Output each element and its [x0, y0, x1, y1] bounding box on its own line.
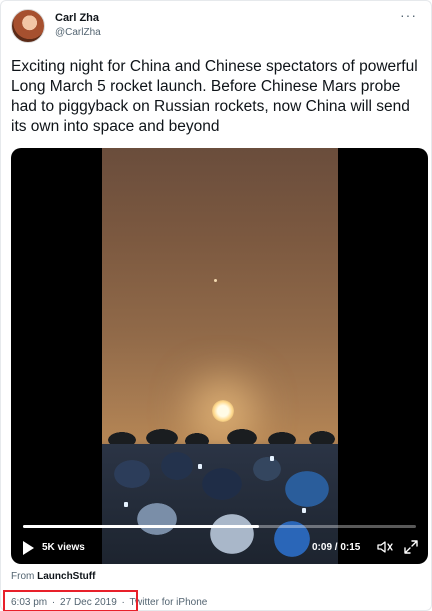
video-frame[interactable] — [102, 148, 338, 564]
author-display-name[interactable]: Carl Zha — [55, 12, 99, 24]
video-views: 5K views — [42, 542, 85, 553]
video-progress-fill — [23, 525, 259, 528]
phone-screen — [198, 464, 202, 469]
video-timestamp: 0:09 / 0:15 — [312, 542, 361, 553]
tweet-client[interactable]: Twitter for iPhone — [130, 597, 208, 608]
source-attribution: From LaunchStuff — [11, 571, 95, 582]
source-link[interactable]: LaunchStuff — [37, 571, 95, 582]
expand-icon[interactable] — [403, 539, 419, 555]
phone-screen — [270, 456, 274, 461]
phone-screen — [124, 502, 128, 507]
play-icon[interactable] — [23, 541, 34, 555]
sky-light — [214, 279, 217, 282]
rocket-glow — [212, 400, 234, 422]
crowd — [102, 444, 338, 564]
video-player[interactable]: 5K views 0:09 / 0:15 — [11, 148, 428, 564]
avatar[interactable] — [11, 9, 45, 43]
tweet-text: Exciting night for China and Chinese spe… — [11, 58, 418, 135]
speaker-icon[interactable] — [376, 539, 394, 555]
video-progress-bar[interactable] — [23, 525, 416, 528]
tweet-card: Carl Zha @CarlZha ··· Exciting night for… — [0, 0, 432, 611]
phone-screen — [302, 508, 306, 513]
highlight-box — [3, 590, 138, 611]
more-options-icon[interactable]: ··· — [400, 7, 417, 23]
source-prefix: From — [11, 571, 35, 582]
author-handle[interactable]: @CarlZha — [55, 27, 101, 38]
